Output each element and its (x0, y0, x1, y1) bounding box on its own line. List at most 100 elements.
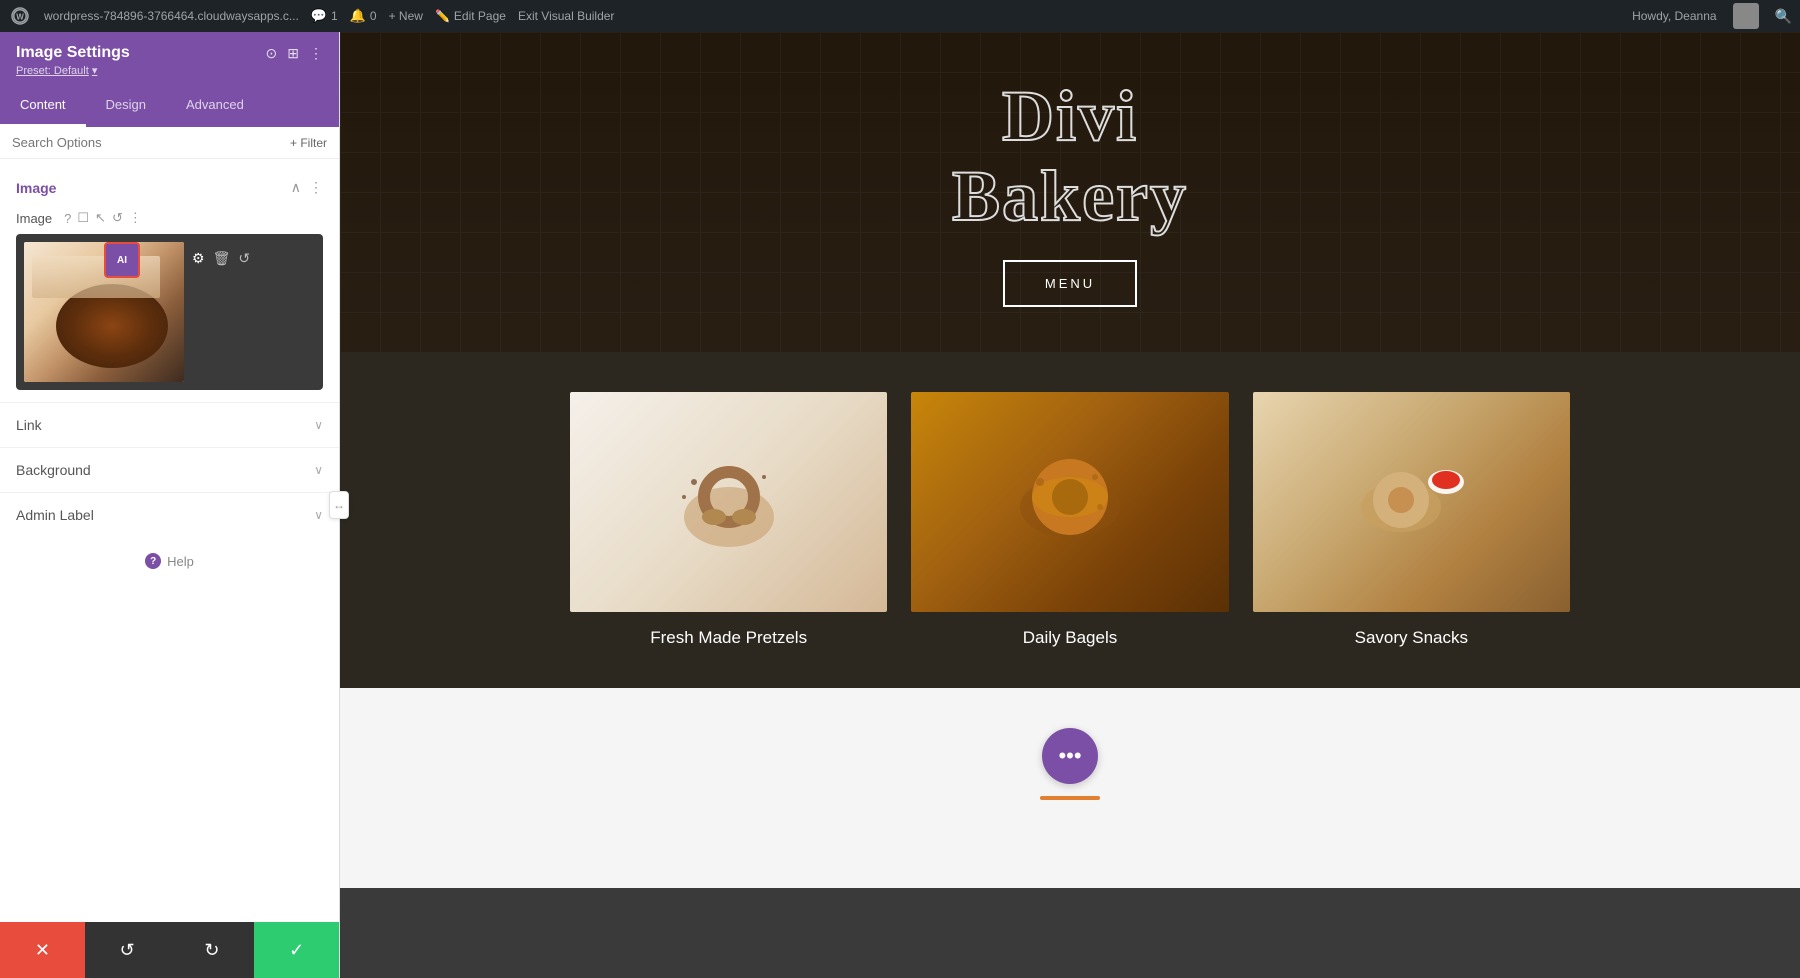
decorative-bar (1040, 796, 1100, 800)
admin-label-section-header[interactable]: Admin Label ∨ (0, 493, 339, 537)
background-section-header[interactable]: Background ∨ (0, 448, 339, 492)
wp-admin-bar: W wordpress-784896-3766464.cloudwaysapps… (0, 0, 1800, 32)
bakery-hero: Divi Bakery MENU (340, 32, 1800, 352)
site-name-link[interactable]: wordpress-784896-3766464.cloudwaysapps.c… (44, 9, 299, 23)
chat-bubble[interactable]: ••• (1042, 728, 1098, 784)
help-icon[interactable]: ? (64, 211, 71, 226)
overflow-icon[interactable]: ⋮ (129, 210, 142, 226)
panel-title-row: Image Settings ⊙ ⊞ ⋮ (16, 44, 323, 62)
bagels-visual (911, 392, 1228, 612)
new-link[interactable]: + New (389, 9, 423, 23)
chat-bubble-label: ••• (1058, 743, 1081, 769)
tab-bar: Content Design Advanced (0, 85, 339, 127)
admin-bar-right: Howdy, Deanna 🔍 (1632, 3, 1792, 29)
bakery-title-line1: Divi (952, 77, 1188, 156)
background-section: Background ∨ (0, 447, 339, 492)
new-label: + New (389, 9, 423, 23)
bagels-image (911, 392, 1228, 612)
bakery-title: Divi Bakery (952, 77, 1188, 235)
image-field-label: Image (16, 211, 52, 226)
comment-count-link[interactable]: 💬 1 (311, 8, 338, 24)
section-icons: ∧ ⋮ (291, 179, 323, 196)
cancel-button[interactable]: ✕ (0, 922, 85, 978)
admin-label-section: Admin Label ∨ (0, 492, 339, 537)
preset-row[interactable]: Preset: Default ▾ (16, 64, 323, 77)
help-row[interactable]: ? Help (0, 537, 339, 585)
image-preview-area: AI ⚙ 🗑 ↺ (16, 234, 323, 390)
avatar[interactable] (1733, 3, 1759, 29)
bottom-bar: ✕ ↺ ↻ ✓ (0, 922, 339, 978)
sync-icon[interactable]: ⊙ (266, 45, 278, 62)
bakery-title-line2: Bakery (952, 157, 1188, 236)
image-field-icons: ? ☐ ↖ ↺ ⋮ (64, 210, 142, 226)
image-section: Image ∧ ⋮ Image ? ☐ ↖ ↺ ⋮ (0, 171, 339, 390)
snacks-title: Savory Snacks (1355, 628, 1468, 648)
snacks-image (1253, 392, 1570, 612)
exit-builder-label: Exit Visual Builder (518, 9, 615, 23)
collapse-icon[interactable]: ∧ (291, 179, 301, 196)
resize-handle[interactable]: ↔ (329, 491, 349, 519)
product-card-bagels: Daily Bagels (911, 392, 1228, 648)
undo-icon[interactable]: ↺ (112, 210, 123, 226)
svg-text:W: W (16, 13, 24, 22)
image-section-title: Image (16, 180, 56, 196)
save-button[interactable]: ✓ (254, 922, 339, 978)
tab-design[interactable]: Design (86, 85, 166, 127)
pretzels-image (570, 392, 887, 612)
help-circle-icon: ? (145, 553, 161, 569)
edit-page-link[interactable]: ✏️ Edit Page (435, 9, 506, 23)
search-input[interactable] (12, 135, 282, 150)
canvas-area: Divi Bakery MENU (340, 32, 1800, 978)
search-bar-row: + Filter (0, 127, 339, 159)
delete-icon[interactable]: 🗑 (213, 250, 231, 267)
comment-count: 1 (331, 9, 338, 23)
site-url-text: wordpress-784896-3766464.cloudwaysapps.c… (44, 9, 299, 23)
cursor-icon[interactable]: ↖ (95, 210, 106, 226)
image-section-header[interactable]: Image ∧ ⋮ (16, 171, 323, 204)
background-chevron-icon: ∨ (314, 463, 323, 477)
tab-advanced[interactable]: Advanced (166, 85, 264, 127)
exit-builder-link[interactable]: Exit Visual Builder (518, 9, 615, 23)
menu-button[interactable]: MENU (1003, 260, 1137, 307)
panel-header-icons: ⊙ ⊞ ⋮ (266, 45, 323, 62)
more-icon[interactable]: ⋮ (309, 45, 323, 62)
link-label: Link (16, 417, 42, 433)
main-layout: Image Settings ⊙ ⊞ ⋮ Preset: Default ▾ C… (0, 32, 1800, 978)
products-grid: Fresh Made Pretzels (570, 392, 1570, 648)
more-options-icon[interactable]: ⋮ (309, 179, 323, 196)
admin-label-chevron-icon: ∨ (314, 508, 323, 522)
reset-icon[interactable]: ↺ (238, 250, 250, 267)
redo-button[interactable]: ↻ (170, 922, 255, 978)
panel-header: Image Settings ⊙ ⊞ ⋮ Preset: Default ▾ (0, 32, 339, 85)
notification-link[interactable]: 🔔 0 (350, 8, 377, 24)
panel-title: Image Settings (16, 44, 130, 62)
layout-icon[interactable]: ⊞ (287, 45, 299, 62)
notif-icon: 🔔 (350, 8, 366, 24)
filter-button[interactable]: + Filter (290, 136, 327, 150)
link-section: Link ∨ (0, 402, 339, 447)
preset-chevron: ▾ (92, 65, 98, 77)
ai-badge[interactable]: AI (104, 242, 140, 278)
link-section-header[interactable]: Link ∨ (0, 403, 339, 447)
help-label: Help (167, 554, 194, 569)
tab-content[interactable]: Content (0, 85, 86, 127)
pretzels-visual (570, 392, 887, 612)
admin-label-label: Admin Label (16, 507, 94, 523)
comment-icon: 💬 (311, 8, 327, 24)
below-section: ••• (340, 688, 1800, 888)
bagels-title: Daily Bagels (1023, 628, 1118, 648)
device-icon[interactable]: ☐ (77, 210, 89, 226)
undo-button[interactable]: ↺ (85, 922, 170, 978)
link-chevron-icon: ∨ (314, 418, 323, 432)
howdy-text: Howdy, Deanna (1632, 9, 1717, 23)
product-card-snacks: Savory Snacks (1253, 392, 1570, 648)
left-panel: Image Settings ⊙ ⊞ ⋮ Preset: Default ▾ C… (0, 32, 340, 978)
wp-logo-icon[interactable]: W (8, 4, 32, 28)
product-card-pretzels: Fresh Made Pretzels (570, 392, 887, 648)
image-preview-controls: ⚙ 🗑 ↺ (184, 242, 250, 267)
pretzels-title: Fresh Made Pretzels (650, 628, 807, 648)
edit-icon: ✏️ (435, 9, 450, 23)
settings-icon[interactable]: ⚙ (192, 250, 205, 267)
search-icon[interactable]: 🔍 (1775, 8, 1792, 25)
panel-content: Image ∧ ⋮ Image ? ☐ ↖ ↺ ⋮ (0, 159, 339, 922)
